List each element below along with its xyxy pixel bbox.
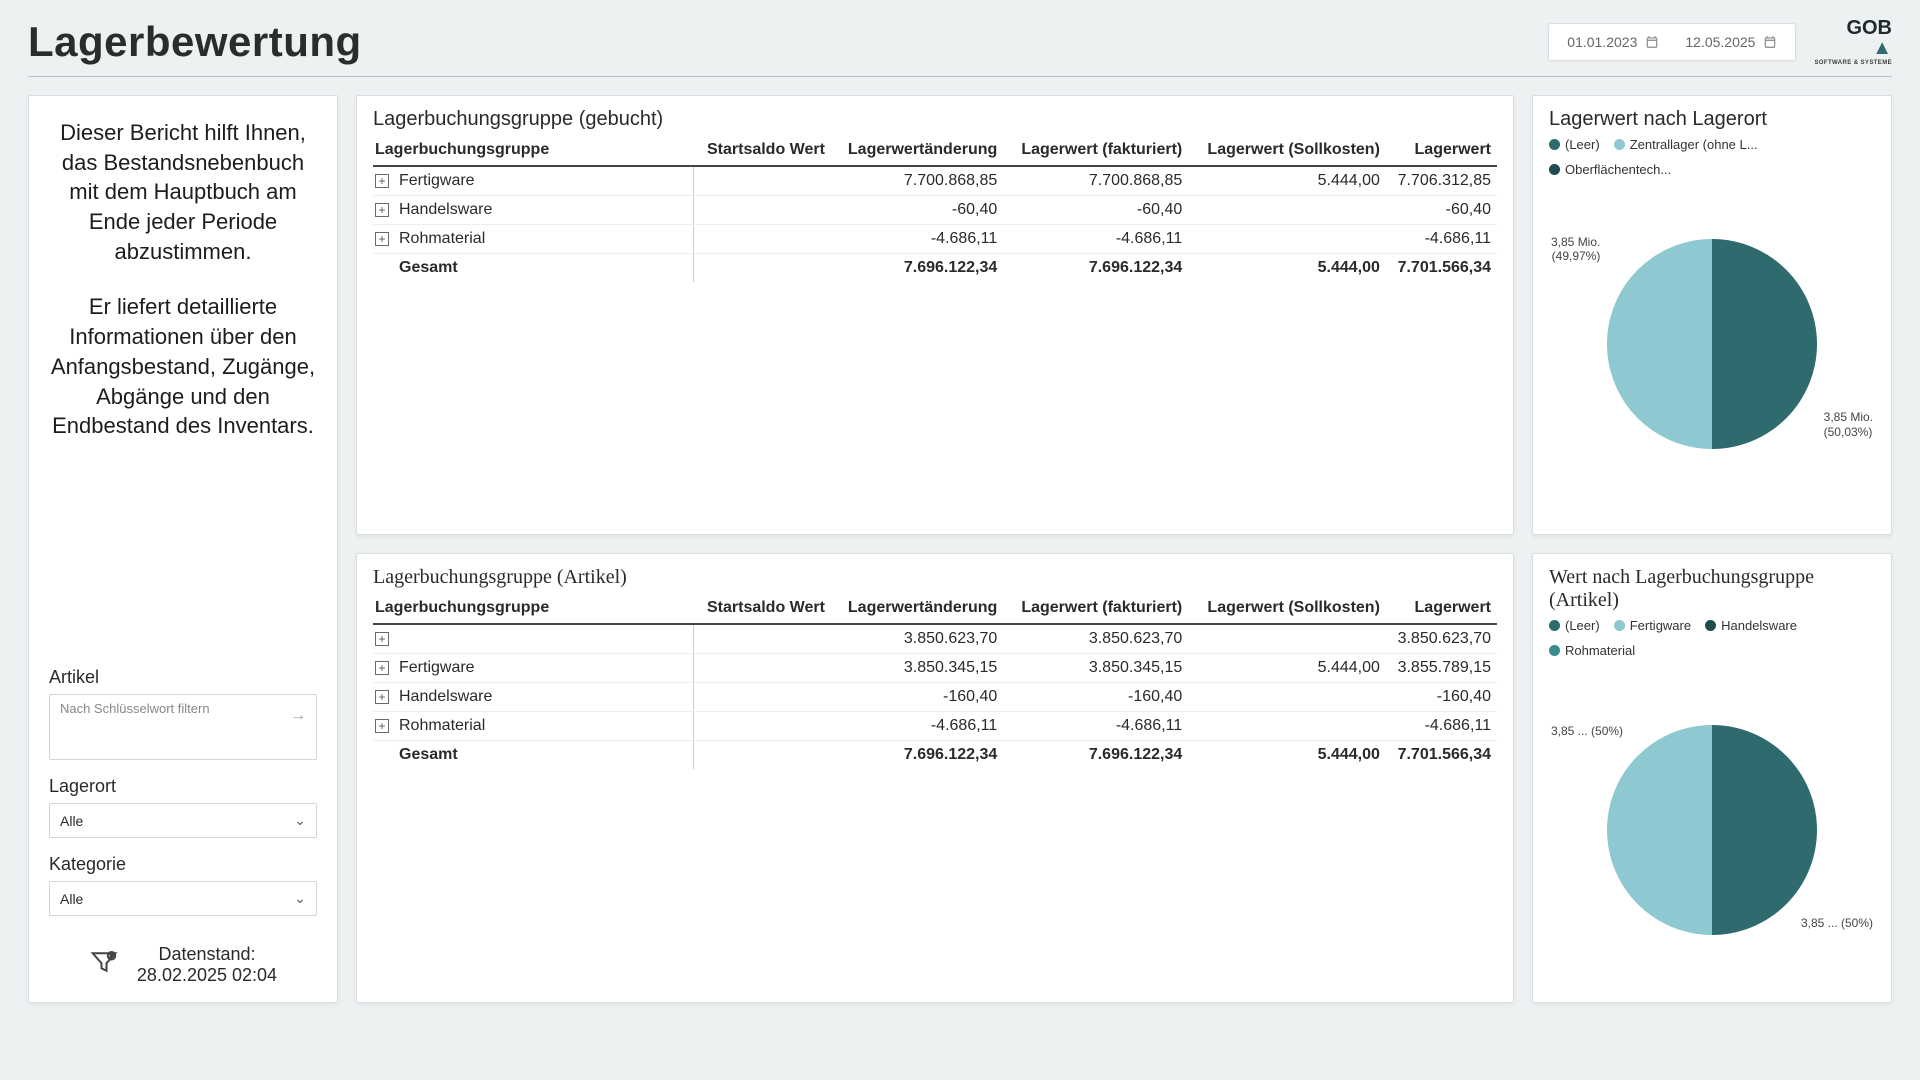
legend-item[interactable]: Rohmaterial [1549,643,1635,658]
pie-group-title: Wert nach Lagerbuchungsgruppe (Artikel) [1549,566,1875,612]
col-total[interactable]: Lagerwert [1386,593,1497,624]
date-to-value: 12.05.2025 [1685,34,1755,50]
brand-logo: GOB ▲ SOFTWARE & SYSTEME [1814,18,1892,66]
pie-group-chart[interactable] [1607,725,1817,935]
col-change[interactable]: Lagerwertänderung [831,593,1003,624]
pie-group-legend: (Leer) Fertigware Handelsware Rohmaterial [1549,618,1875,658]
filter-article-label: Artikel [49,667,317,688]
pie-location-legend: (Leer) Zentrallager (ohne L... Oberflächen… [1549,137,1875,177]
table-article-title: Lagerbuchungsgruppe (Artikel) [373,566,1497,589]
col-target[interactable]: Lagerwert (Sollkosten) [1188,135,1386,166]
date-range-box: 01.01.2023 12.05.2025 [1548,23,1796,61]
table-booked: Lagerbuchungsgruppe Startsaldo Wert Lage… [373,135,1497,282]
legend-item[interactable]: Handelsware [1705,618,1797,633]
legend-item[interactable]: Oberflächentech... [1549,162,1671,177]
pie-location-title: Lagerwert nach Lagerort [1549,108,1875,131]
table-row[interactable]: +3.850.623,703.850.623,703.850.623,70 [373,624,1497,654]
pie-group-card: Wert nach Lagerbuchungsgruppe (Artikel) … [1532,553,1892,1003]
header: Lagerbewertung 01.01.2023 12.05.2025 GOB… [28,18,1892,77]
legend-item[interactable]: (Leer) [1549,618,1600,633]
logo-triangle-icon: ▲ [1814,38,1892,58]
expand-icon[interactable]: + [375,232,389,246]
filter-location-label: Lagerort [49,776,317,797]
table-row[interactable]: +Handelsware-160,40-160,40-160,40 [373,683,1497,712]
table-booked-card: Lagerbuchungsgruppe (gebucht) Lagerbuchu… [356,95,1514,535]
table-row[interactable]: +Fertigware7.700.868,857.700.868,855.444… [373,166,1497,196]
table-booked-title: Lagerbuchungsgruppe (gebucht) [373,108,1497,131]
col-invoiced[interactable]: Lagerwert (fakturiert) [1003,135,1188,166]
table-article: Lagerbuchungsgruppe Startsaldo Wert Lage… [373,593,1497,769]
table-row[interactable]: +Fertigware3.850.345,153.850.345,155.444… [373,654,1497,683]
intro-p1: Dieser Bericht hilft Ihnen, das Bestands… [49,118,317,266]
data-timestamp: Datenstand: 28.02.2025 02:04 [49,944,317,986]
date-from-picker[interactable]: 01.01.2023 [1567,34,1659,50]
pie-group-label-right: 3,85 ... (50%) [1801,916,1873,930]
expand-icon[interactable]: + [375,719,389,733]
pie-location-label-right: 3,85 Mio. (50,03%) [1824,410,1873,439]
filter-category-label: Kategorie [49,854,317,875]
intro-text: Dieser Bericht hilft Ihnen, das Bestands… [49,118,317,467]
logo-sub: SOFTWARE & SYSTEME [1814,60,1892,66]
calendar-icon [1645,35,1659,49]
category-value: Alle [60,891,83,907]
table-row[interactable]: +Rohmaterial-4.686,11-4.686,11-4.686,11 [373,712,1497,741]
pie-group-label-left: 3,85 ... (50%) [1551,724,1623,738]
location-value: Alle [60,813,83,829]
legend-item[interactable]: Fertigware [1614,618,1691,633]
date-from-value: 01.01.2023 [1567,34,1637,50]
col-target[interactable]: Lagerwert (Sollkosten) [1188,593,1386,624]
calendar-icon [1763,35,1777,49]
datastand-value: 28.02.2025 02:04 [137,965,277,986]
logo-text: GOB [1846,17,1892,39]
filter-clear-icon[interactable] [89,947,119,984]
table-total-row: Gesamt7.696.122,347.696.122,345.444,007.… [373,254,1497,283]
pie-location-label-left: 3,85 Mio. (49,97%) [1551,235,1600,264]
table-total-row: Gesamt7.696.122,347.696.122,345.444,007.… [373,741,1497,770]
table-article-card: Lagerbuchungsgruppe (Artikel) Lagerbuchu… [356,553,1514,1003]
intro-p2: Er liefert detaillierte Informationen üb… [49,292,317,440]
legend-item[interactable]: Zentrallager (ohne L... [1614,137,1758,152]
pie-location-chart[interactable] [1607,239,1817,449]
col-total[interactable]: Lagerwert [1386,135,1497,166]
search-input[interactable]: Nach Schlüsselwort filtern → [49,694,317,760]
pie-location-card: Lagerwert nach Lagerort (Leer) Zentrallag… [1532,95,1892,535]
table-row[interactable]: +Handelsware-60,40-60,40-60,40 [373,196,1497,225]
location-select[interactable]: Alle ⌄ [49,803,317,838]
page-title: Lagerbewertung [28,18,362,66]
date-to-picker[interactable]: 12.05.2025 [1685,34,1777,50]
col-start[interactable]: Startsaldo Wert [693,593,831,624]
chevron-down-icon: ⌄ [294,890,306,907]
datastand-label: Datenstand: [158,944,255,964]
col-change[interactable]: Lagerwertänderung [831,135,1003,166]
expand-icon[interactable]: + [375,661,389,675]
legend-item[interactable]: (Leer) [1549,137,1600,152]
table-row[interactable]: +Rohmaterial-4.686,11-4.686,11-4.686,11 [373,225,1497,254]
expand-icon[interactable]: + [375,174,389,188]
category-select[interactable]: Alle ⌄ [49,881,317,916]
sidebar: Dieser Bericht hilft Ihnen, das Bestands… [28,95,338,1003]
col-invoiced[interactable]: Lagerwert (fakturiert) [1003,593,1188,624]
col-group[interactable]: Lagerbuchungsgruppe [373,135,693,166]
arrow-right-icon: → [290,707,306,725]
expand-icon[interactable]: + [375,690,389,704]
col-start[interactable]: Startsaldo Wert [693,135,831,166]
expand-icon[interactable]: + [375,203,389,217]
chevron-down-icon: ⌄ [294,812,306,829]
expand-icon[interactable]: + [375,632,389,646]
col-group[interactable]: Lagerbuchungsgruppe [373,593,693,624]
search-placeholder: Nach Schlüsselwort filtern [60,701,210,716]
